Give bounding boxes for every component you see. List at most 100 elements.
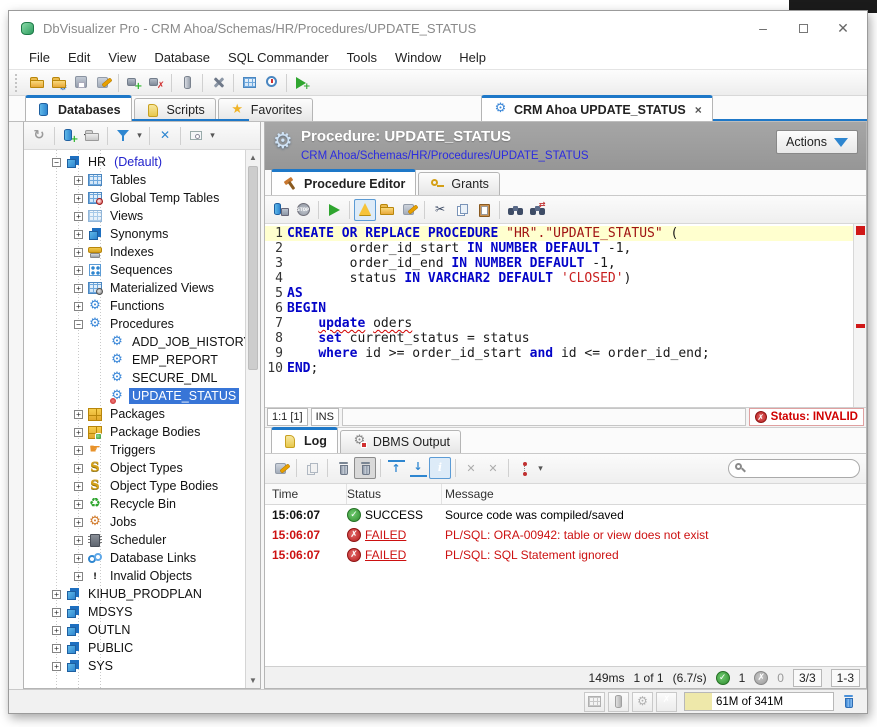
expand-toggle-icon[interactable]: + — [74, 464, 83, 473]
log-search-input[interactable] — [747, 461, 859, 476]
menu-edit[interactable]: Edit — [60, 48, 98, 67]
save-as-button[interactable] — [92, 72, 114, 94]
tree-item-synonyms[interactable]: +Synonyms — [24, 225, 245, 243]
load-from-file-button[interactable] — [376, 199, 398, 221]
open-file-gear-button[interactable]: ⚙ — [48, 72, 70, 94]
code-line-7[interactable]: 7 update oders — [265, 316, 853, 331]
collapse-rows-button[interactable]: ✕ — [482, 457, 504, 479]
expand-toggle-icon[interactable]: + — [74, 284, 83, 293]
tab-log[interactable]: Log — [271, 427, 338, 453]
tab-favorites[interactable]: ★Favorites — [218, 98, 313, 121]
tree-scrollbar[interactable]: ▲ ▼ — [245, 150, 260, 688]
expand-toggle-icon[interactable]: + — [74, 536, 83, 545]
scroll-to-bottom-button[interactable]: ↓ — [407, 457, 429, 479]
tree-item-recycle-bin[interactable]: +♻Recycle Bin — [24, 495, 245, 513]
expand-toggle-icon[interactable]: + — [74, 230, 83, 239]
tree-item-mdsys[interactable]: +MDSYS — [24, 603, 245, 621]
expand-toggle-icon[interactable]: + — [74, 482, 83, 491]
save-to-file-button[interactable] — [270, 457, 292, 479]
error-marker-line7[interactable] — [856, 324, 865, 328]
grid-status-button[interactable] — [584, 692, 605, 712]
expand-toggle-icon[interactable]: + — [52, 662, 61, 671]
menu-view[interactable]: View — [100, 48, 144, 67]
grid-window-button[interactable] — [238, 72, 260, 94]
tree-item-emp_report[interactable]: ⚙EMP_REPORT — [24, 351, 245, 369]
open-file-button[interactable] — [26, 72, 48, 94]
log-row[interactable]: 15:06:07✗FAILEDPL/SQL: SQL Statement ign… — [265, 545, 866, 565]
find-button[interactable] — [504, 199, 526, 221]
tab-dbms-output[interactable]: ⚙DBMS Output — [340, 430, 461, 453]
connect-button[interactable]: + — [123, 72, 145, 94]
add-folder-button[interactable]: + — [81, 125, 103, 147]
tree-item-scheduler[interactable]: +Scheduler — [24, 531, 245, 549]
code-line-2[interactable]: 2 order_id_start IN NUMBER DEFAULT -1, — [265, 241, 853, 256]
copy-button[interactable] — [301, 457, 323, 479]
search-window-button[interactable] — [185, 125, 207, 147]
add-connection-button[interactable]: + — [59, 125, 81, 147]
tree-item-update_status[interactable]: ⚙UPDATE_STATUS — [24, 387, 245, 405]
tree-item-package-bodies[interactable]: +Package Bodies — [24, 423, 245, 441]
code-line-10[interactable]: 10END; — [265, 361, 853, 376]
tree-item-outln[interactable]: +OUTLN — [24, 621, 245, 639]
tool-properties-button[interactable] — [207, 72, 229, 94]
menu-sql-commander[interactable]: SQL Commander — [220, 48, 337, 67]
tree-item-procedures[interactable]: −⚙Procedures — [24, 315, 245, 333]
expand-toggle-icon[interactable]: + — [52, 608, 61, 617]
errors-status-button[interactable]: ✗ — [656, 692, 677, 712]
save-button[interactable] — [70, 72, 92, 94]
code-editor[interactable]: 1CREATE OR REPLACE PROCEDURE "HR"."UPDAT… — [265, 224, 866, 407]
tree-item-global-temp-tables[interactable]: +Global Temp Tables — [24, 189, 245, 207]
expand-rows-button[interactable]: ✕ — [460, 457, 482, 479]
error-stripe[interactable] — [853, 224, 866, 407]
expand-toggle-icon[interactable]: + — [74, 266, 83, 275]
show-info-button[interactable]: i — [429, 457, 451, 479]
expand-toggle-icon[interactable]: + — [74, 518, 83, 527]
tree-item-secure_dml[interactable]: ⚙SECURE_DML — [24, 369, 245, 387]
garbage-collect-button[interactable] — [837, 692, 859, 712]
tree-item-views[interactable]: +Views — [24, 207, 245, 225]
scroll-down-arrow[interactable]: ▼ — [246, 673, 260, 688]
code-line-1[interactable]: 1CREATE OR REPLACE PROCEDURE "HR"."UPDAT… — [265, 226, 853, 241]
refresh-button[interactable]: ↻ — [28, 125, 50, 147]
expand-toggle-icon[interactable]: + — [74, 212, 83, 221]
filter-button[interactable] — [112, 125, 134, 147]
settings-status-button[interactable]: ⚙ — [632, 692, 653, 712]
collapse-all-button[interactable]: ✕ — [154, 125, 176, 147]
copy-button[interactable] — [451, 199, 473, 221]
expand-toggle-icon[interactable]: + — [52, 644, 61, 653]
menu-help[interactable]: Help — [451, 48, 494, 67]
tab-grants[interactable]: Grants — [418, 172, 500, 195]
menu-file[interactable]: File — [21, 48, 58, 67]
expand-toggle-icon[interactable]: + — [74, 428, 83, 437]
tree-item-add_job_history[interactable]: ⚙ADD_JOB_HISTORY — [24, 333, 245, 351]
expand-toggle-icon[interactable]: + — [74, 248, 83, 257]
database-connection-button[interactable] — [176, 72, 198, 94]
search-caret-icon[interactable]: ▾ — [207, 130, 218, 141]
disconnect-button[interactable]: ✗ — [145, 72, 167, 94]
tree-item-tables[interactable]: +Tables — [24, 171, 245, 189]
expand-toggle-icon[interactable]: + — [74, 554, 83, 563]
stop-button[interactable] — [292, 199, 314, 221]
clear-log-on-execute-button[interactable] — [354, 457, 376, 479]
expand-toggle-icon[interactable]: + — [52, 626, 61, 635]
tree-item-triggers[interactable]: +☛Triggers — [24, 441, 245, 459]
execute-button[interactable] — [323, 199, 345, 221]
code-line-8[interactable]: 8 set current_status = status — [265, 331, 853, 346]
expand-toggle-icon[interactable]: + — [74, 500, 83, 509]
tree-item-jobs[interactable]: +⚙Jobs — [24, 513, 245, 531]
tree-item-hr[interactable]: −HR(Default) — [24, 153, 245, 171]
expand-toggle-icon[interactable]: + — [52, 590, 61, 599]
code-line-6[interactable]: 6BEGIN — [265, 301, 853, 316]
tree-item-database-links[interactable]: +Database Links — [24, 549, 245, 567]
scrollbar-thumb[interactable] — [248, 166, 258, 370]
scroll-to-top-button[interactable]: ↑ — [385, 457, 407, 479]
minimize-button[interactable]: – — [743, 14, 783, 42]
connections-status-button[interactable] — [608, 692, 629, 712]
filter-caret-icon[interactable]: ▾ — [134, 130, 145, 141]
code-line-5[interactable]: 5AS — [265, 286, 853, 301]
actions-button[interactable]: Actions — [776, 130, 858, 154]
tree-item-indexes[interactable]: +Indexes — [24, 243, 245, 261]
monitor-button[interactable] — [260, 72, 282, 94]
log-row[interactable]: 15:06:07✓SUCCESSSource code was compiled… — [265, 505, 866, 525]
tab-procedure-editor[interactable]: Procedure Editor — [271, 169, 416, 195]
